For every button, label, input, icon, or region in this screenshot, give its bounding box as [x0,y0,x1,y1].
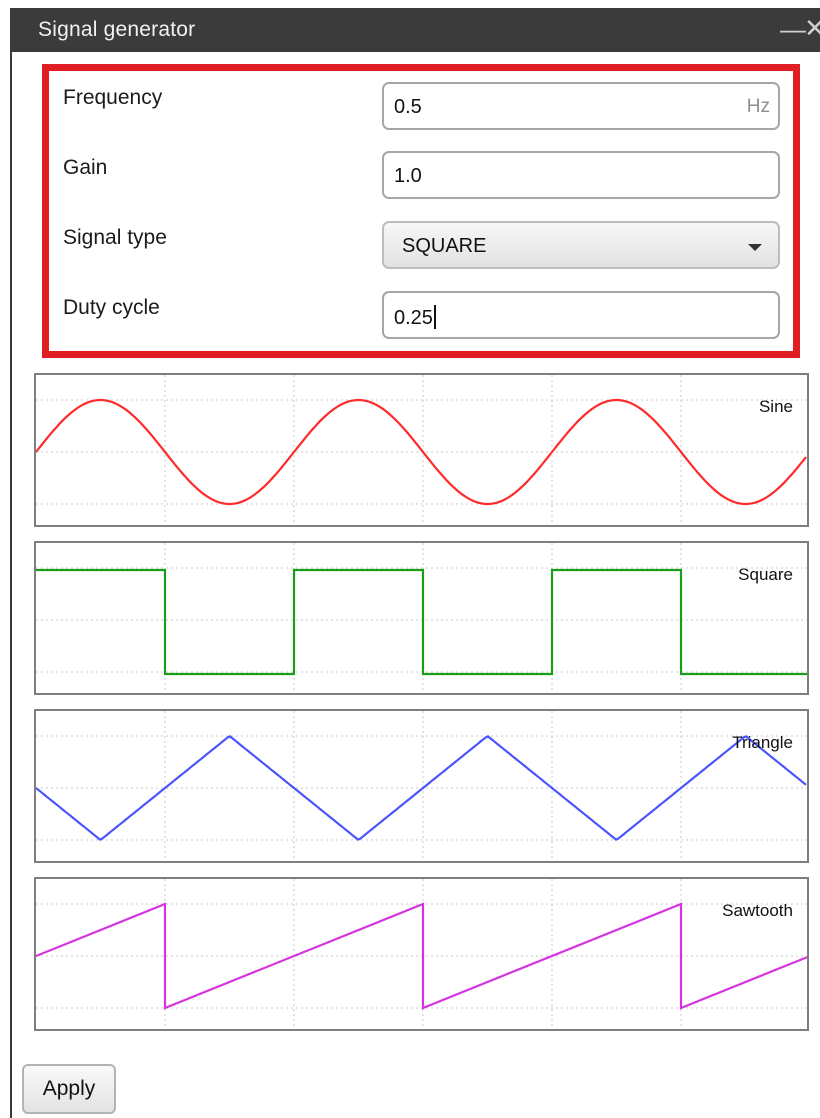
frequency-label: Frequency [63,86,163,109]
square-label: Square [738,565,793,584]
gain-label: Gain [63,156,108,179]
sawtooth-plot-canvas [36,879,807,1029]
chevron-down-icon [748,244,762,251]
minimize-icon[interactable]: — [780,14,806,45]
window-title: Signal generator [38,18,196,41]
square-plot: Square [34,541,809,695]
frequency-field[interactable]: 0.5 Hz [382,82,780,130]
sawtooth-plot: Sawtooth [34,877,809,1031]
triangle-plot-canvas [36,711,807,861]
duty-cycle-field[interactable]: 0.25 [382,291,780,339]
gain-value: 1.0 [394,165,422,187]
sine-plot: Sine [34,373,809,527]
sawtooth-label: Sawtooth [722,901,793,920]
window-title-bar[interactable]: Signal generator — ✕ [10,8,820,52]
grid-lines [36,543,807,693]
grid-lines [36,711,807,861]
grid-lines [36,879,807,1029]
sine-plot-canvas [36,375,807,525]
gain-field[interactable]: 1.0 [382,151,780,199]
text-cursor [433,305,436,329]
frequency-value: 0.5 [394,96,422,118]
square-waveform [36,568,807,676]
apply-button[interactable]: Apply [22,1064,116,1114]
square-plot-canvas [36,543,807,693]
signal-type-select[interactable]: SQUARE [382,221,780,269]
triangle-label: Triangle [732,733,793,752]
sine-label: Sine [758,397,793,416]
frequency-unit: Hz [746,96,770,117]
triangle-plot: Triangle [34,709,809,863]
duty-cycle-label: Duty cycle [63,296,160,319]
signal-type-label: Signal type [63,226,167,249]
close-icon[interactable]: ✕ [804,13,820,44]
signal-type-value: SQUARE [402,235,487,257]
duty-cycle-value: 0.25 [394,307,433,329]
